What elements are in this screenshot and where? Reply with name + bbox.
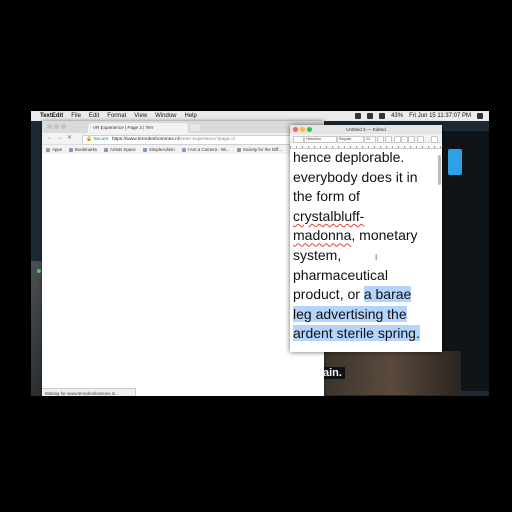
browser-window[interactable]: VR Experience | Page 3 | Terr ← → ✕ 🔒 Se… — [42, 121, 324, 396]
bookmark-i-am-a-camera[interactable]: I Am a Camera - Wi... — [181, 147, 230, 152]
text-run[interactable]: system, — [293, 247, 341, 263]
wikipedia-icon — [236, 147, 241, 152]
bookmark-society[interactable]: Society for the Diff... — [236, 147, 283, 152]
selected-text[interactable]: leg advertising the — [293, 305, 407, 322]
status-area: 43% Fri Jun 15 11:37:07 PM — [355, 111, 483, 121]
text-line[interactable]: leg advertising the — [293, 305, 441, 325]
text-line[interactable]: hence deplorable. — [293, 148, 441, 168]
text-line[interactable]: ardent sterile spring. — [293, 324, 441, 344]
page-icon — [103, 147, 108, 152]
menu-help[interactable]: Help — [185, 113, 197, 119]
star-icon — [69, 147, 74, 152]
menu-window[interactable]: Window — [155, 113, 176, 119]
zoom-window-button[interactable] — [307, 127, 312, 132]
close-window-button[interactable] — [47, 124, 52, 129]
menu-bar: TextEdit File Edit Format View Window He… — [31, 111, 489, 121]
minimize-window-button[interactable] — [300, 127, 305, 132]
document-title: Untitled 3 — Edited — [346, 127, 386, 132]
italic-button[interactable] — [401, 135, 408, 143]
selected-text[interactable]: ardent sterile spring. — [293, 325, 420, 342]
apps-icon — [46, 147, 50, 152]
text-line[interactable]: product, or a barae — [293, 285, 441, 305]
text-line[interactable]: madonna, monetary — [293, 226, 441, 246]
scrollbar[interactable] — [438, 155, 441, 185]
bookmark-artists-space[interactable]: Artists Space — [103, 147, 136, 152]
bookmark-label: SimpleAdmin — [148, 147, 175, 152]
text-run[interactable]: , monetary — [351, 227, 417, 243]
font-family-select[interactable]: Helvetica — [304, 135, 337, 143]
textedit-titlebar: Untitled 3 — Edited — [290, 125, 442, 134]
text-run[interactable]: hence deplorable. — [293, 149, 404, 165]
browser-tab[interactable]: VR Experience | Page 3 | Terr — [88, 123, 188, 133]
font-style-select[interactable]: Regular — [337, 135, 364, 143]
page-content[interactable] — [42, 154, 324, 387]
text-run[interactable]: everybody does it in — [293, 169, 418, 185]
status-bubble: Waiting for www.terredeshommes.nl... — [42, 388, 136, 396]
bookmark-apps[interactable]: Apps — [46, 147, 62, 152]
ibeam-cursor-icon: I — [375, 253, 378, 262]
styles-menu[interactable] — [293, 135, 304, 143]
close-window-button[interactable] — [293, 127, 298, 132]
menu-app-name[interactable]: TextEdit — [40, 113, 63, 119]
stop-icon[interactable]: ✕ — [67, 135, 72, 142]
misspelled-word[interactable]: crystalbluff- — [293, 208, 364, 224]
document-area[interactable]: hence deplorable. everybody does it in the… — [290, 148, 442, 352]
tab-title: VR Experience | Page 3 | Terr — [93, 125, 154, 130]
page-icon — [142, 147, 147, 152]
bookmark-label: Society for the Diff... — [242, 147, 283, 152]
text-line[interactable]: system, — [293, 246, 441, 266]
text-color-button[interactable] — [377, 135, 384, 143]
bookmark-label: Artists Space — [109, 147, 136, 152]
text-run[interactable]: pharmaceutical — [293, 267, 388, 283]
bookmark-label: Bookmarks — [75, 147, 97, 152]
align-button[interactable] — [417, 135, 424, 143]
font-size-select[interactable]: 24 — [364, 135, 376, 143]
wifi-icon[interactable] — [379, 113, 386, 119]
text-line[interactable]: pharmaceutical — [293, 266, 441, 286]
bookmark-simpleadmin[interactable]: SimpleAdmin — [142, 147, 175, 152]
zoom-window-button[interactable] — [61, 124, 66, 129]
address-bar[interactable]: 🔒 Secure https://www.terredeshommes.nl/e… — [82, 134, 294, 145]
status-dot — [37, 269, 41, 273]
bookmark-label: I Am a Camera - Wi... — [187, 147, 230, 152]
menu-edit[interactable]: Edit — [89, 113, 99, 119]
list-button[interactable] — [431, 135, 438, 143]
text-run[interactable]: product, or — [293, 286, 364, 302]
url-host: https://www.terredeshommes.nl — [111, 136, 179, 142]
menu-clock[interactable]: Fri Jun 15 11:37:07 PM — [409, 113, 471, 119]
browser-toolbar: ← → ✕ 🔒 Secure https://www.terredeshomme… — [42, 133, 324, 145]
status-icon[interactable] — [355, 113, 362, 119]
bold-button[interactable] — [394, 135, 401, 143]
misspelled-word[interactable]: madonna — [293, 227, 351, 243]
browser-tab-bar: VR Experience | Page 3 | Terr — [42, 121, 324, 133]
battery-percent[interactable]: 43% — [391, 113, 403, 119]
textedit-window[interactable]: Untitled 3 — Edited Helvetica Regular 24… — [290, 125, 442, 352]
new-tab-button[interactable] — [190, 124, 200, 131]
blue-app-tile[interactable] — [448, 149, 462, 175]
menu-format[interactable]: Format — [107, 113, 126, 119]
underline-button[interactable] — [408, 135, 415, 143]
document-text[interactable]: hence deplorable. everybody does it in the… — [290, 148, 441, 344]
mac-screen: TextEdit File Edit Format View Window He… — [31, 111, 489, 396]
text-line[interactable]: the form of — [293, 187, 441, 207]
secure-label: Secure — [93, 136, 109, 142]
format-bar: Helvetica Regular 24 — [290, 134, 442, 143]
back-icon[interactable]: ← — [47, 135, 53, 142]
text-line[interactable]: everybody does it in — [293, 168, 441, 188]
menu-file[interactable]: File — [71, 113, 81, 119]
bookmark-bookmarks[interactable]: Bookmarks — [69, 147, 97, 152]
minimize-window-button[interactable] — [54, 124, 59, 129]
status-icon[interactable] — [367, 113, 374, 119]
url-path: /enter-experience?page=2 — [178, 136, 235, 142]
wikipedia-icon — [181, 147, 186, 152]
selected-text[interactable]: a barae — [363, 286, 412, 303]
text-run[interactable]: the form of — [293, 188, 360, 204]
spotlight-icon[interactable] — [477, 113, 483, 119]
text-line[interactable]: crystalbluff- — [293, 207, 441, 227]
lock-icon: 🔒 — [86, 136, 92, 142]
bookmark-label: Apps — [52, 147, 63, 152]
highlight-color-button[interactable] — [385, 135, 392, 143]
menu-view[interactable]: View — [134, 113, 147, 119]
forward-icon[interactable]: → — [57, 135, 63, 142]
